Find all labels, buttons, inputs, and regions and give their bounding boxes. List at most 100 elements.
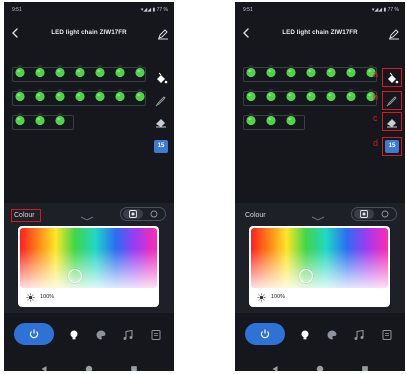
colour-mode-segment[interactable] (354, 209, 374, 219)
palette-nav-icon[interactable] (95, 328, 107, 340)
palette-nav-icon[interactable] (326, 328, 338, 340)
led-bulb[interactable] (135, 65, 145, 78)
back-triangle-icon[interactable] (40, 360, 48, 371)
light-chain-canvas[interactable] (243, 62, 379, 142)
annotation-letter-c: c (373, 113, 378, 123)
sheet-collapse-chevron-icon[interactable] (80, 208, 94, 221)
led-bulb[interactable] (35, 89, 45, 102)
led-bulb[interactable] (115, 65, 125, 78)
status-time: 9:51 (12, 7, 22, 13)
status-time: 9:51 (243, 7, 253, 13)
app-bar: LED light chain ZIW17FR (235, 22, 405, 44)
timer-nav-icon[interactable] (381, 328, 393, 340)
bulb-nav-icon[interactable] (68, 328, 80, 340)
led-bulb[interactable] (55, 89, 65, 102)
led-bulb[interactable] (15, 89, 25, 102)
colour-white-toggle[interactable] (120, 207, 166, 221)
colour-picker-knob[interactable] (67, 269, 82, 283)
home-circle-icon[interactable] (85, 360, 93, 371)
music-nav-icon[interactable] (122, 328, 134, 340)
led-bulb[interactable] (15, 65, 25, 78)
light-chain-canvas[interactable] (12, 62, 148, 142)
colour-picker[interactable]: 100% (249, 226, 390, 307)
colour-mode-segment[interactable] (123, 209, 143, 219)
led-bulb[interactable] (286, 89, 296, 102)
led-bulb[interactable] (286, 65, 296, 78)
fill-bucket-icon[interactable] (154, 71, 168, 85)
led-bulb[interactable] (306, 89, 316, 102)
recents-square-icon[interactable] (361, 360, 369, 371)
colour-spectrum[interactable] (20, 228, 157, 288)
recents-square-icon[interactable] (130, 360, 138, 371)
led-bulb[interactable] (246, 89, 256, 102)
edit-pencil-icon[interactable] (388, 27, 400, 40)
annotation-letter-d: d (373, 138, 379, 148)
led-bulb[interactable] (266, 113, 276, 126)
colour-picker[interactable]: 100% (18, 226, 159, 307)
led-bulb[interactable] (135, 89, 145, 102)
led-bulb[interactable] (95, 65, 105, 78)
timer-nav-icon[interactable] (150, 328, 162, 340)
led-bulb[interactable] (15, 113, 25, 126)
led-bulb[interactable] (326, 89, 336, 102)
led-bulb[interactable] (326, 65, 336, 78)
status-icons: ▾◢◢ ▮ 77 % (140, 7, 168, 13)
highlight-box-c (382, 112, 402, 131)
colour-spectrum[interactable] (251, 228, 388, 288)
led-bulb[interactable] (246, 65, 256, 78)
colour-picker-knob[interactable] (298, 269, 313, 283)
led-bulb[interactable] (35, 113, 45, 126)
back-arrow-icon[interactable] (8, 26, 22, 40)
colour-mode-label[interactable]: Colour (245, 212, 266, 219)
system-nav-bar (235, 356, 405, 371)
back-triangle-icon[interactable] (271, 360, 279, 371)
led-bulb[interactable] (55, 113, 65, 126)
brightness-sun-icon (26, 293, 35, 302)
sheet-collapse-chevron-icon[interactable] (311, 208, 325, 221)
status-bar: 9:51 ▾◢◢ ▮ 77 % (4, 2, 174, 16)
led-bulb[interactable] (95, 89, 105, 102)
led-bulb[interactable] (266, 89, 276, 102)
highlight-box-colour (11, 209, 41, 222)
highlight-box-b (382, 91, 402, 110)
white-mode-segment[interactable] (375, 209, 395, 219)
brightness-row[interactable]: 100% (249, 290, 390, 305)
led-bulb[interactable] (346, 65, 356, 78)
led-bulb[interactable] (266, 65, 276, 78)
music-nav-icon[interactable] (353, 328, 365, 340)
bottom-nav (4, 323, 174, 351)
power-icon (29, 329, 39, 339)
eraser-icon[interactable] (154, 115, 168, 129)
white-mode-segment[interactable] (144, 209, 164, 219)
system-nav-bar (4, 356, 174, 371)
bulb-nav-icon[interactable] (299, 328, 311, 340)
power-button[interactable] (245, 323, 285, 345)
status-bar: 9:51 ▾◢◢ ▮ 77 % (235, 2, 405, 16)
selected-count-badge[interactable]: 15 (154, 140, 168, 153)
highlight-box-d (382, 137, 402, 156)
phone-screen-right: 9:51 ▾◢◢ ▮ 77 % LED light chain ZIW17FR … (235, 2, 405, 371)
led-bulb[interactable] (246, 113, 256, 126)
led-bulb[interactable] (75, 89, 85, 102)
highlight-box-a (382, 68, 402, 87)
power-button[interactable] (14, 323, 54, 345)
back-arrow-icon[interactable] (239, 26, 253, 40)
status-icons: ▾◢◢ ▮ 77 % (371, 7, 399, 13)
page-title: LED light chain ZIW17FR (51, 29, 127, 36)
brightness-value: 100% (40, 294, 55, 300)
app-bar: LED light chain ZIW17FR (4, 22, 174, 44)
led-bulb[interactable] (115, 89, 125, 102)
brightness-row[interactable]: 100% (18, 290, 159, 305)
led-bulb[interactable] (75, 65, 85, 78)
colour-white-toggle[interactable] (351, 207, 397, 221)
led-bulb[interactable] (55, 65, 65, 78)
home-circle-icon[interactable] (316, 360, 324, 371)
paint-brush-icon[interactable] (154, 94, 168, 108)
power-icon (260, 329, 270, 339)
led-bulb[interactable] (35, 65, 45, 78)
edit-pencil-icon[interactable] (157, 27, 169, 40)
led-bulb[interactable] (286, 113, 296, 126)
led-bulb[interactable] (346, 89, 356, 102)
led-bulb[interactable] (306, 65, 316, 78)
annotation-letter-b: b (373, 92, 379, 102)
